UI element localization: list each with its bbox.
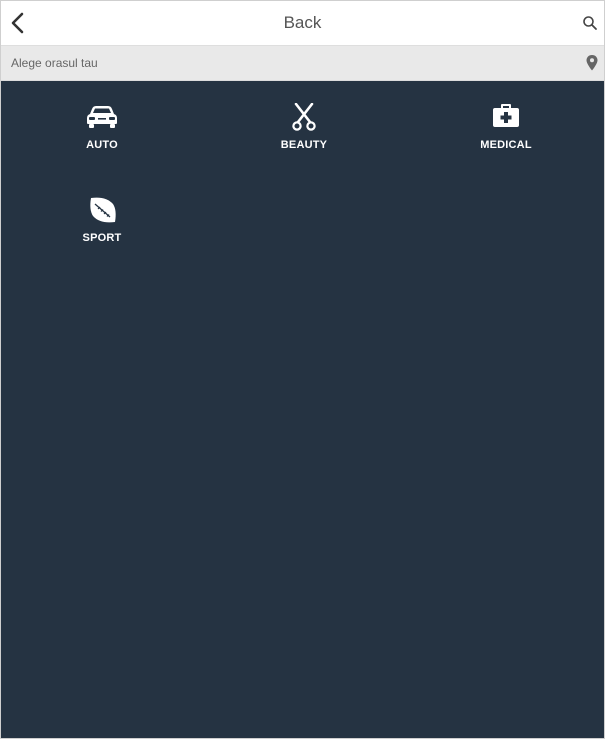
category-auto[interactable]: AUTO: [47, 103, 157, 163]
app-window: Back Alege orasul tau AUTO BEAUTY MEDICA…: [0, 0, 605, 739]
back-title[interactable]: Back: [1, 13, 604, 33]
scissors-icon: [292, 103, 316, 131]
category-beauty[interactable]: BEAUTY: [249, 103, 359, 163]
city-selector[interactable]: Alege orasul tau: [1, 46, 604, 81]
top-bar: Back: [1, 1, 604, 46]
category-label: AUTO: [86, 139, 118, 151]
category-medical[interactable]: MEDICAL: [451, 103, 561, 163]
football-icon: [90, 197, 116, 223]
categories-panel: AUTO BEAUTY MEDICAL SPORT: [1, 81, 604, 738]
city-placeholder: Alege orasul tau: [11, 56, 98, 70]
category-label: MEDICAL: [480, 139, 532, 151]
medical-kit-icon: [493, 104, 519, 127]
category-label: SPORT: [82, 232, 122, 244]
category-label: BEAUTY: [280, 139, 328, 151]
search-icon[interactable]: [582, 15, 598, 31]
map-pin-icon[interactable]: [586, 55, 598, 71]
category-sport[interactable]: SPORT: [47, 196, 157, 256]
car-icon: [87, 106, 117, 128]
